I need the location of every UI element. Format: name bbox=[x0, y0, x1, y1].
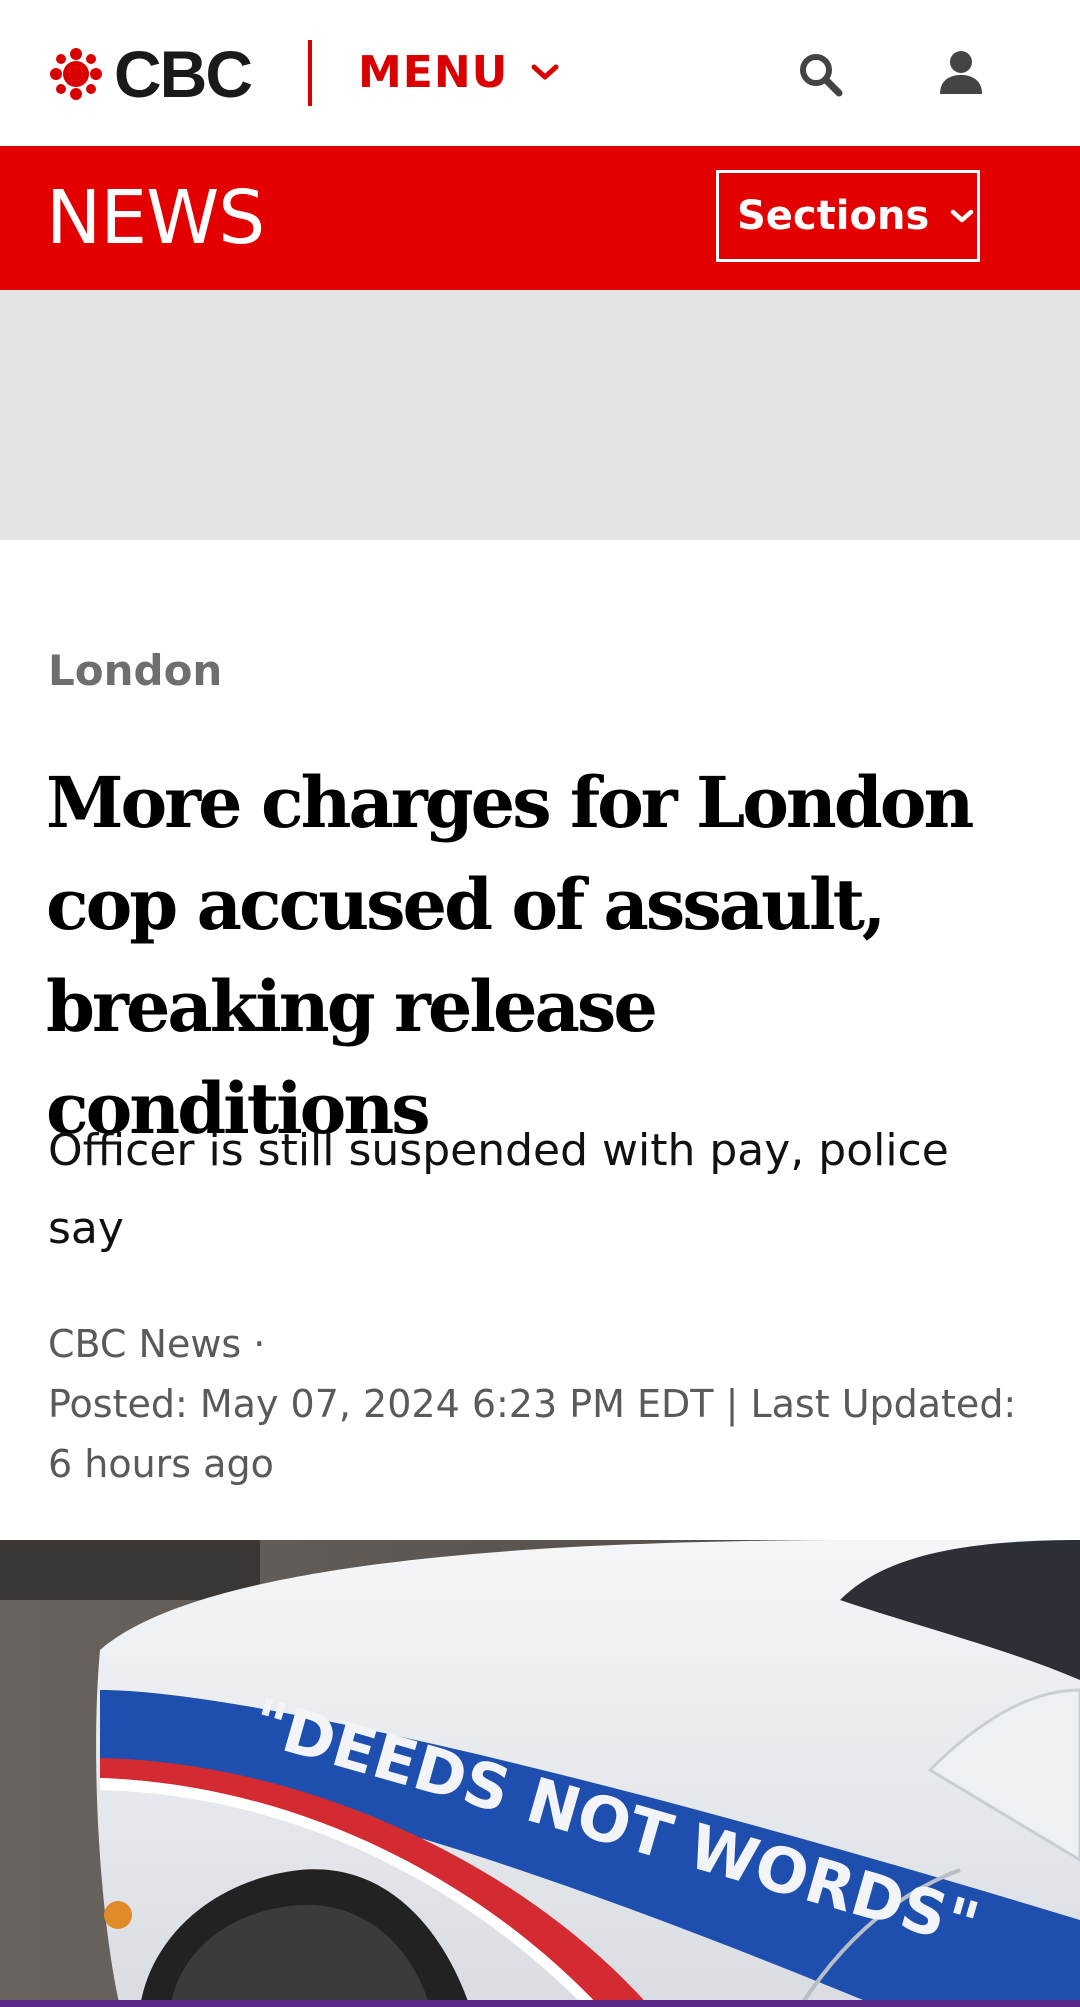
header-divider bbox=[308, 40, 312, 106]
user-icon bbox=[940, 51, 982, 94]
sections-label: Sections bbox=[737, 193, 930, 239]
byline-source: CBC News · bbox=[48, 1322, 266, 1366]
article-byline: CBC News · Posted: May 07, 2024 6:23 PM … bbox=[48, 1314, 1048, 1494]
sections-button[interactable]: Sections bbox=[716, 170, 980, 262]
byline-timestamps: Posted: May 07, 2024 6:23 PM EDT | Last … bbox=[48, 1382, 1017, 1486]
cbc-logo[interactable]: CBC bbox=[48, 37, 253, 111]
article-category-link[interactable]: London bbox=[48, 646, 222, 695]
news-title[interactable]: NEWS bbox=[46, 180, 265, 256]
top-navigation-bar: CBC MENU bbox=[0, 0, 1080, 146]
police-car-photo: "DEEDS NOT WORDS" bbox=[0, 1540, 1080, 2007]
account-button[interactable] bbox=[936, 48, 986, 98]
chevron-down-icon bbox=[951, 209, 974, 223]
news-section-bar: NEWS Sections bbox=[0, 146, 1080, 290]
cbc-gem-icon bbox=[50, 48, 102, 100]
ad-placeholder bbox=[0, 290, 1080, 540]
search-icon bbox=[800, 54, 843, 97]
brand-name: CBC bbox=[114, 37, 253, 111]
chevron-down-icon bbox=[531, 64, 559, 80]
menu-button[interactable]: MENU bbox=[358, 46, 560, 98]
bottom-edge-bar bbox=[0, 2000, 1080, 2007]
article-headline: More charges for London cop accused of a… bbox=[46, 761, 974, 1150]
search-button[interactable] bbox=[796, 50, 844, 98]
hero-image[interactable]: "DEEDS NOT WORDS" bbox=[0, 1540, 1080, 2007]
article-subheadline: Officer is still suspended with pay, pol… bbox=[48, 1125, 949, 1254]
menu-label: MENU bbox=[358, 46, 509, 98]
